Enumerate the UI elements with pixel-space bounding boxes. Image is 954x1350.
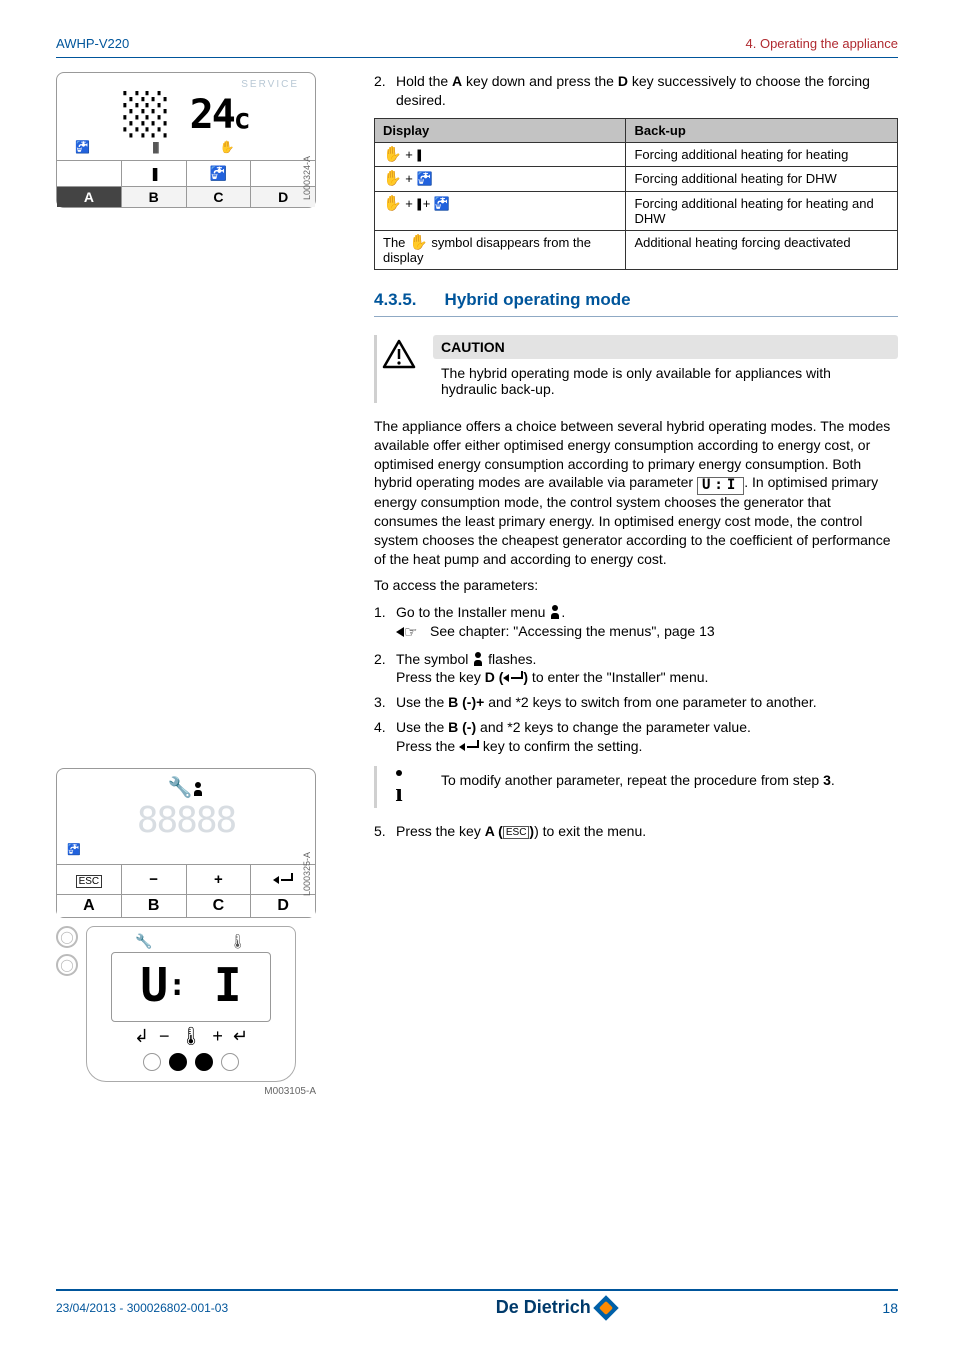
col-backup: Back-up — [626, 118, 898, 142]
page-footer: 23/04/2013 - 300026802-001-03 De Dietric… — [56, 1289, 898, 1318]
detail-ref: M003105-A — [56, 1086, 316, 1097]
table-row: ✋ + |||| Forcing additional heating for … — [375, 142, 898, 166]
key-therm-icon: 🌡 — [180, 1026, 203, 1047]
backup-text: Forcing additional heating for DHW — [626, 166, 898, 191]
dot-4 — [221, 1053, 239, 1071]
step-2: 2. The symbol flashes. Press the key D (… — [374, 650, 898, 688]
lcd-placeholder: 88888 — [67, 800, 305, 841]
dot-1 — [143, 1053, 161, 1071]
caution-callout: CAUTION The hybrid operating mode is onl… — [374, 335, 898, 403]
installer-icon — [549, 605, 561, 619]
table-row: ✋ + 🚰 Forcing additional heating for DHW — [375, 166, 898, 191]
key-label-a: A — [57, 187, 122, 207]
brand-diamond-icon — [593, 1295, 618, 1320]
installer-icon: 🔧 — [67, 775, 305, 800]
pointer-icon — [396, 625, 424, 639]
dial-icon-2: ◯ — [56, 954, 78, 976]
esc-icon: ESC — [503, 826, 530, 839]
header-section: 4. Operating the appliance — [746, 36, 899, 51]
step-4: 4. Use the B (-) and *2 keys to change t… — [374, 718, 898, 756]
footer-date-ref: 23/04/2013 - 300026802-001-03 — [56, 1301, 228, 1315]
hybrid-description: The appliance offers a choice between se… — [374, 417, 898, 569]
key-label-a: A — [57, 895, 122, 917]
dot-2 — [169, 1053, 187, 1071]
section-underline — [374, 316, 898, 317]
btn-tap: 🚰 — [187, 161, 252, 186]
btn-plus: + — [187, 865, 252, 894]
section-title: Hybrid operating mode — [445, 290, 631, 310]
heater-icon: |||| — [417, 196, 420, 211]
section-heading: 4.3.5. Hybrid operating mode — [374, 290, 898, 310]
hand-icon: ✋ — [383, 147, 402, 162]
backup-text: Additional heating forcing deactivated — [626, 230, 898, 269]
hand-icon: ✋ — [409, 235, 428, 250]
key-enter-icon: ↲ — [134, 1026, 149, 1047]
enter-icon — [503, 671, 523, 683]
step-1: 1. Go to the Installer menu . See chapte… — [374, 603, 898, 643]
btn-blank-1 — [57, 161, 122, 186]
figure1-ref: L000324-A — [302, 156, 312, 200]
dot-3 — [195, 1053, 213, 1071]
col-display: Display — [375, 118, 626, 142]
table-row: ✋ + |||| + 🚰 Forcing additional heating … — [375, 191, 898, 230]
page-number: 18 — [882, 1300, 898, 1316]
header-divider — [56, 57, 898, 58]
figure-display-forcing: L000324-A SERVICE ░░ 24c 🚰 |||| ✋ |||| 🚰 — [56, 72, 316, 208]
backup-text: Forcing additional heating for heating — [626, 142, 898, 166]
tap-icon: 🚰 — [417, 171, 433, 187]
btn-minus: − — [122, 865, 187, 894]
enter-icon — [459, 740, 479, 752]
key-label-b: B — [122, 187, 187, 207]
dial-icon: ◯ — [56, 926, 78, 948]
installer-icon — [472, 652, 484, 666]
step-2-forcing: 2. Hold the A key down and press the D k… — [374, 72, 898, 110]
table-row: The ✋ symbol disappears from the display… — [375, 230, 898, 269]
key-plus-icon: + — [212, 1026, 223, 1047]
hand-icon: ✋ — [383, 171, 402, 186]
caution-body: The hybrid operating mode is only availa… — [433, 359, 898, 403]
crossref-link: See chapter: "Accessing the menus", page… — [430, 622, 715, 641]
display-text: The ✋ symbol disappears from the display — [375, 230, 626, 269]
hand-icon: ✋ — [220, 140, 235, 154]
thermometer-icon: 🌡 — [229, 933, 247, 950]
btn-esc: ESC — [57, 865, 122, 894]
backup-text: Forcing additional heating for heating a… — [626, 191, 898, 230]
lcd-service-label: SERVICE — [67, 79, 305, 90]
forcing-table: Display Back-up ✋ + |||| Forcing additio… — [374, 118, 898, 270]
warning-icon — [382, 339, 416, 369]
key-minus-icon: − — [159, 1026, 170, 1047]
step-3: 3. Use the B (-)+ and *2 keys to switch … — [374, 693, 898, 712]
param-display: U: I — [111, 952, 271, 1022]
key-label-d: D — [251, 895, 315, 917]
wrench-icon: 🔧 — [135, 933, 152, 950]
tap-icon: 🚰 — [75, 140, 90, 154]
info-callout: ı To modify another parameter, repeat th… — [374, 766, 898, 808]
info-icon: ı — [382, 770, 416, 808]
heater-icon: |||| — [152, 140, 157, 154]
page-header: AWHP-V220 4. Operating the appliance — [56, 36, 898, 51]
brand-logo: De Dietrich — [496, 1297, 615, 1318]
lcd-main-readout: ░░ 24c — [67, 92, 305, 138]
header-model: AWHP-V220 — [56, 36, 129, 51]
key-label-c: C — [187, 187, 252, 207]
param-box: U:I — [697, 477, 744, 494]
key-label-c: C — [187, 895, 252, 917]
info-body: To modify another parameter, repeat the … — [433, 766, 898, 794]
heater-icon: |||| — [417, 147, 420, 162]
hand-icon: ✋ — [383, 196, 402, 211]
btn-heater: |||| — [122, 161, 187, 186]
caution-title: CAUTION — [433, 335, 898, 359]
figure2-ref: L000325-A — [302, 852, 312, 896]
figure-installer-menu: L000325-A 🔧 88888 🚰 ESC − + A B — [56, 768, 316, 918]
tap-icon: 🚰 — [434, 196, 450, 212]
figure-param-detail: ◯ ◯ 🔧 🌡 U: I ↲ − 🌡 — [56, 926, 316, 1097]
section-number: 4.3.5. — [374, 290, 417, 310]
access-intro: To access the parameters: — [374, 576, 898, 595]
key-back-icon: ↵ — [233, 1026, 248, 1047]
key-label-b: B — [122, 895, 187, 917]
step-5: 5. Press the key A (ESC)) to exit the me… — [374, 822, 898, 841]
